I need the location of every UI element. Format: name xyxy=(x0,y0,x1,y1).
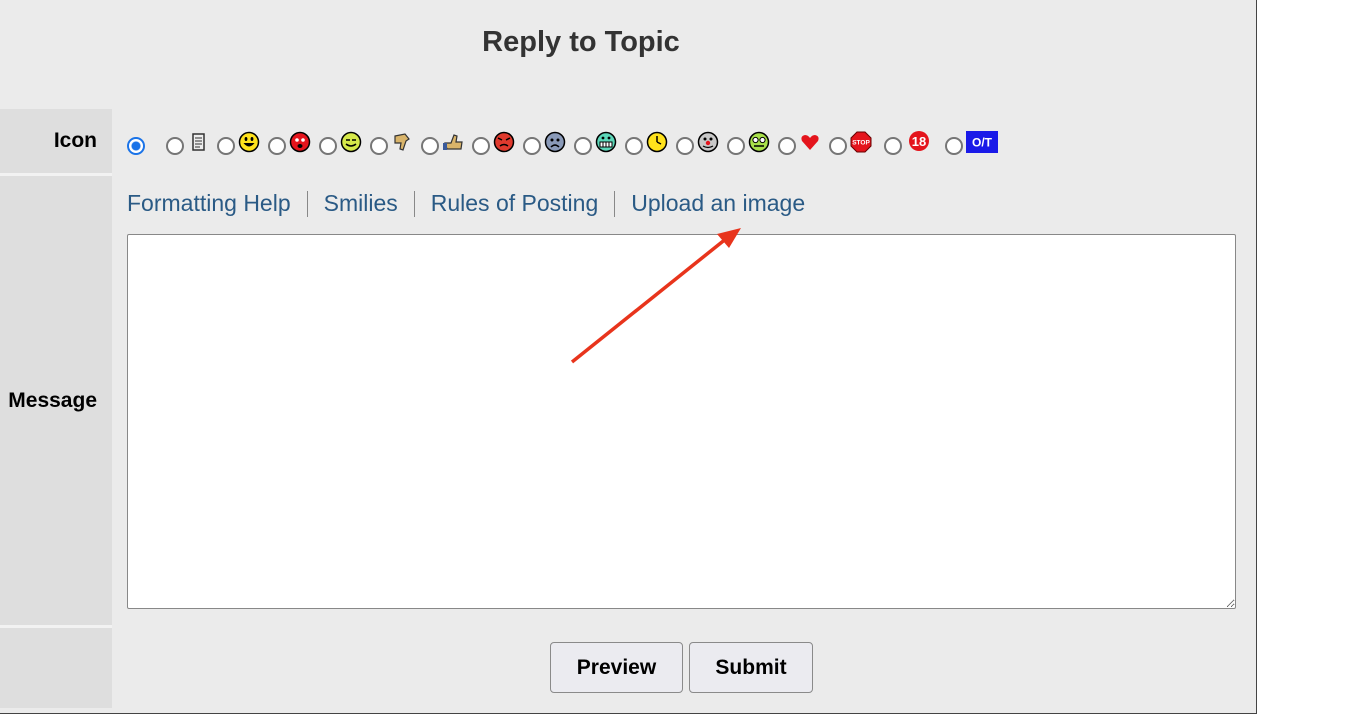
off-topic-icon: O/T xyxy=(966,131,998,153)
submit-button[interactable]: Submit xyxy=(689,642,813,693)
smile-icon xyxy=(238,131,260,153)
nerd-icon xyxy=(748,131,770,153)
thumbs-up-icon xyxy=(442,131,464,153)
icon-radio-nerd[interactable] xyxy=(727,137,745,155)
message-textarea[interactable] xyxy=(127,234,1236,609)
clock-icon xyxy=(646,131,668,153)
link-divider xyxy=(306,190,308,217)
icon-radio-thumbs-down[interactable] xyxy=(370,137,388,155)
wink-icon xyxy=(340,131,362,153)
smilies-link[interactable]: Smilies xyxy=(324,190,398,217)
icon-radio-heart[interactable] xyxy=(778,137,796,155)
icon-radio-sad[interactable] xyxy=(523,137,541,155)
preview-button[interactable]: Preview xyxy=(550,642,683,693)
icon-radio-grin[interactable] xyxy=(574,137,592,155)
angry-icon xyxy=(289,131,311,153)
note-icon xyxy=(187,131,209,153)
formatting-help-link[interactable]: Formatting Help xyxy=(127,190,291,217)
post-icon-selector: STOP 18 O/T xyxy=(125,124,1004,160)
icon-radio-wink[interactable] xyxy=(319,137,337,155)
icon-label: Icon xyxy=(0,109,112,173)
stop-text: STOP xyxy=(852,140,870,147)
link-divider xyxy=(614,190,616,217)
grin-icon xyxy=(595,131,617,153)
off-topic-text: O/T xyxy=(972,136,993,150)
eighteen-text: 18 xyxy=(912,134,926,149)
heart-icon xyxy=(799,131,821,153)
reply-form-panel: Reply to Topic Icon Message STOP 18 O/T … xyxy=(0,0,1257,714)
mad-icon xyxy=(493,131,515,153)
upload-image-link[interactable]: Upload an image xyxy=(631,190,805,217)
message-links: Formatting Help Smilies Rules of Posting… xyxy=(127,190,805,217)
clown-icon xyxy=(697,131,719,153)
page-title: Reply to Topic xyxy=(482,26,680,58)
icon-radio-off-topic[interactable] xyxy=(945,137,963,155)
buttons-label-cell xyxy=(0,628,112,708)
icon-radio-none[interactable] xyxy=(127,137,145,155)
icon-radio-note[interactable] xyxy=(166,137,184,155)
rules-of-posting-link[interactable]: Rules of Posting xyxy=(431,190,598,217)
icon-radio-smile[interactable] xyxy=(217,137,235,155)
sad-icon xyxy=(544,131,566,153)
icon-radio-clock[interactable] xyxy=(625,137,643,155)
icon-radio-eighteen[interactable] xyxy=(884,137,902,155)
message-label: Message xyxy=(0,176,112,625)
link-divider xyxy=(413,190,415,217)
icon-radio-angry[interactable] xyxy=(268,137,286,155)
stop-icon: STOP xyxy=(850,131,872,153)
icon-radio-thumbs-up[interactable] xyxy=(421,137,439,155)
thumbs-down-icon xyxy=(391,131,413,153)
icon-radio-mad[interactable] xyxy=(472,137,490,155)
icon-radio-clown[interactable] xyxy=(676,137,694,155)
eighteen-icon: 18 xyxy=(905,131,933,153)
icon-radio-stop[interactable] xyxy=(829,137,847,155)
